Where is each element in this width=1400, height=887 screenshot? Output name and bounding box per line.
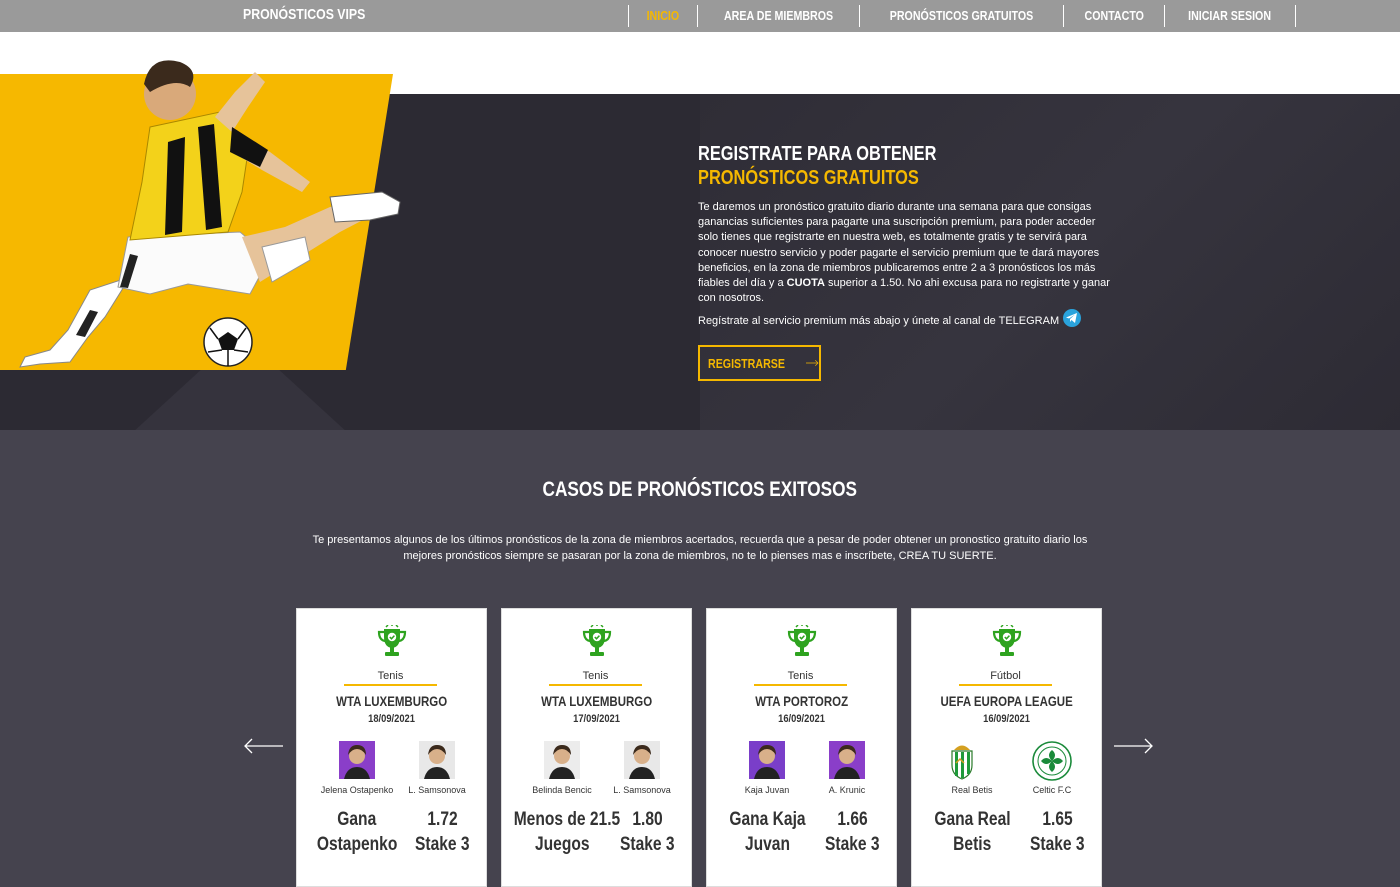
trophy-icon [377,624,407,664]
participant1-image [942,741,982,781]
participant2-image [829,741,865,779]
trophy-icon [582,624,612,664]
nav-item-contacto[interactable]: CONTACTO [1064,5,1166,27]
nav-item-inicio[interactable]: INICIO [629,5,698,27]
card-event: WTA LUXEMBURGO [336,693,447,709]
prediction-card[interactable]: Fútbol UEFA EUROPA LEAGUE 16/09/2021 Real B… [911,608,1102,887]
nav-item-area-de-miembros[interactable]: AREA DE MIEMBROS [698,5,860,27]
participant2-name: L. Samsonova [613,785,671,795]
carousel-next-arrow-icon[interactable] [1114,738,1154,754]
participant1-name: Jelena Ostapenko [320,785,394,795]
card-odds-stake: 1.66 Stake 3 [824,809,880,855]
card-odds-stake: 1.80 Stake 3 [619,809,675,855]
trophy-icon [992,624,1022,664]
card-date: 16/09/2021 [983,713,1030,725]
soccer-player-image [19,60,401,368]
telegram-icon[interactable] [1063,309,1082,328]
prediction-card[interactable]: Tenis WTA PORTOROZ 16/09/2021 Kaja Juvan A. … [706,608,897,887]
participant2-name: L. Samsonova [408,785,466,795]
card-sport: Tenis [754,670,847,686]
top-navbar: PRONÓSTICOS VIPS INICIO AREA DE MIEMBROS… [0,0,1400,32]
card-pick: Gana Kaja Juvan [728,809,806,855]
participant2-image [419,741,455,779]
nav-item-pronosticos-gratuitos[interactable]: PRONÓSTICOS GRATUITOS [860,5,1064,27]
participant1-name: Kaja Juvan [744,785,790,795]
prediction-card[interactable]: Tenis WTA LUXEMBURGO 17/09/2021 Belinda Ben… [501,608,692,887]
card-pick: Menos de 21.5 Juegos [513,809,621,855]
participant2-image [624,741,660,779]
hero-text-block: REGISTRATE PARA OBTENER PRONÓSTICOS GRAT… [698,142,1118,330]
participant1-name: Belinda Bencic [532,785,592,795]
hero-paragraph: Te daremos un pronóstico gratuito diario… [698,201,1110,305]
arrow-right-icon [805,360,819,366]
participant2-name: A. Krunic [828,785,866,795]
prediction-card[interactable]: Tenis WTA LUXEMBURGO 18/09/2021 Jelena Osta… [296,608,487,887]
participant1-image [749,741,785,779]
card-event: WTA LUXEMBURGO [541,693,652,709]
carousel-prev-arrow-icon[interactable] [243,738,283,754]
nav-item-iniciar-sesion[interactable]: INICIAR SESION [1165,5,1296,27]
trophy-icon [787,624,817,664]
card-event: UEFA EUROPA LEAGUE [940,693,1073,709]
hero-title-line2: PRONÓSTICOS GRATUITOS [698,167,919,189]
card-sport: Fútbol [959,670,1052,686]
hero-telegram-line: Regístrate al servicio premium más abajo… [698,309,1118,330]
card-odds-stake: 1.65 Stake 3 [1029,809,1085,855]
participant1-name: Real Betis [951,785,993,795]
hero-title-line1: REGISTRATE PARA OBTENER [698,143,937,165]
card-sport: Tenis [549,670,642,686]
success-title: CASOS DE PRONÓSTICOS EXITOSOS [542,478,858,501]
participant1-image [544,741,580,779]
card-event: WTA PORTOROZ [755,693,848,709]
card-date: 17/09/2021 [573,713,620,725]
brand-logo[interactable]: PRONÓSTICOS VIPS [243,6,365,23]
card-date: 16/09/2021 [778,713,825,725]
nav-menu: INICIO AREA DE MIEMBROS PRONÓSTICOS GRAT… [628,5,1296,27]
participant2-image [1032,741,1072,781]
card-sport: Tenis [344,670,437,686]
card-odds-stake: 1.72 Stake 3 [414,809,470,855]
register-button[interactable]: REGISTRARSE [698,345,821,381]
success-description: Te presentamos algunos de los últimos pr… [312,534,1088,562]
participant2-name: Celtic F.C [1032,785,1072,795]
participant1-image [339,741,375,779]
card-pick: Gana Ostapenko [316,809,398,855]
card-pick: Gana Real Betis [933,809,1011,855]
card-date: 18/09/2021 [368,713,415,725]
